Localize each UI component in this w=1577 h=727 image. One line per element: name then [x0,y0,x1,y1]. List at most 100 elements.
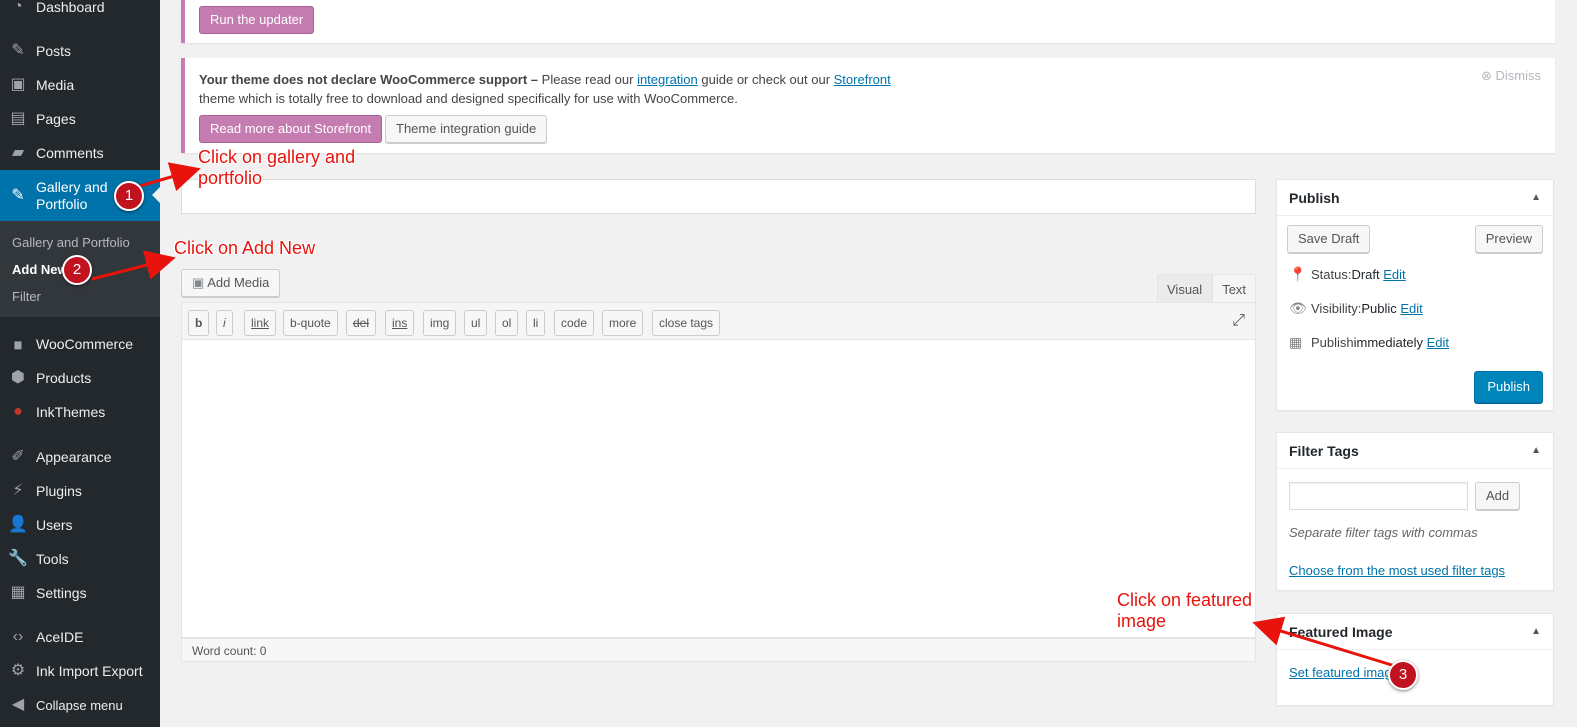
theme-integration-guide-button[interactable]: Theme integration guide [385,115,548,143]
qt-ol-button[interactable]: ol [495,310,519,336]
menu-aceide[interactable]: ‹› AceIDE [0,620,160,654]
annotation-step-3: Click on featured image [1117,590,1253,631]
qt-del-button[interactable]: del [346,310,377,336]
dismiss-button[interactable]: ⊗ Dismiss [1481,68,1541,84]
choose-most-used-tags-link[interactable]: Choose from the most used filter tags [1289,563,1505,578]
fullscreen-icon[interactable]: ⤢ [1232,312,1245,330]
visibility-row: 👁 Visibility: Public Edit [1289,300,1423,316]
gear-icon: ⚙ [10,662,26,679]
menu-plugins[interactable]: ⚡ Plugins [0,474,160,508]
set-featured-image-link[interactable]: Set featured image [1289,665,1399,680]
publish-time-row: ▦ Publish immediately Edit [1289,334,1450,350]
menu-woocommerce[interactable]: ▆ WooCommerce [0,327,160,361]
submenu-add-new[interactable]: Add New [12,262,68,277]
inkthemes-icon: ● [13,403,23,420]
woo-icon: ▆ [14,339,22,349]
save-draft-button[interactable]: Save Draft [1287,225,1371,253]
woo-notice-text: Your theme does not declare WooCommerce … [199,72,891,106]
menu-media[interactable]: ▣ Media [0,68,160,102]
qt-code-button[interactable]: code [554,310,595,336]
woocommerce-notice: Your theme does not declare WooCommerce … [181,58,1555,153]
qt-bquote-button[interactable]: b-quote [283,310,338,336]
box-icon: ⬢ [11,369,25,386]
editor-tabs: Visual Text [1157,274,1257,303]
quicktags-toolbar: b i link b-quote del ins img ul ol li co… [181,302,1256,340]
qt-ins-button[interactable]: ins [385,310,415,336]
annotation-step-1: Click on gallery and portfolio [198,147,356,188]
toggle-arrow-icon[interactable]: ▲ [1531,445,1541,456]
storefront-link[interactable]: Storefront [834,72,891,87]
menu-products[interactable]: ⬢ Products [0,361,160,395]
publish-button[interactable]: Publish [1474,371,1543,403]
edit-status-link[interactable]: Edit [1383,267,1405,282]
menu-settings[interactable]: ▦ Settings [0,576,160,610]
collapse-menu[interactable]: ◀ Collapse menu [0,688,160,722]
toggle-arrow-icon[interactable]: ▲ [1531,192,1541,203]
admin-sidebar: ◔ Dashboard ✎ Posts ▣ Media ▤ Pages ▰ Co… [0,0,160,727]
step-badge-1: 1 [114,181,144,211]
submenu-gallery-portfolio[interactable]: Gallery and Portfolio [12,235,130,250]
pin-icon: ✎ [11,42,25,59]
featured-image-header[interactable]: Featured Image ▲ [1277,614,1553,650]
code-icon: ‹› [12,628,24,645]
wrench-icon: 🔧 [8,550,28,567]
run-updater-button[interactable]: Run the updater [199,6,315,34]
filter-tags-hint: Separate filter tags with commas [1289,525,1478,540]
qt-link-button[interactable]: link [244,310,277,336]
edit-publish-time-link[interactable]: Edit [1427,335,1449,350]
step-badge-2: 2 [62,255,92,285]
menu-dashboard[interactable]: ◔ Dashboard [0,0,160,24]
pin-icon: ✎ [11,186,25,204]
menu-ink-import-export[interactable]: ⚙ Ink Import Export [0,654,160,688]
qt-bold-button[interactable]: b [188,310,210,336]
qt-more-button[interactable]: more [602,310,644,336]
read-more-storefront-button[interactable]: Read more about Storefront [199,115,383,143]
edit-visibility-link[interactable]: Edit [1400,301,1422,316]
preview-button[interactable]: Preview [1474,225,1543,253]
toggle-arrow-icon[interactable]: ▲ [1531,626,1541,637]
pin-icon: 📍 [1289,266,1307,282]
word-count: Word count: 0 [181,638,1256,662]
qt-italic-button[interactable]: i [216,310,233,336]
step-badge-3: 3 [1388,660,1418,690]
tab-visual[interactable]: Visual [1157,274,1213,303]
content-textarea[interactable] [181,340,1256,638]
add-tag-button[interactable]: Add [1475,482,1521,510]
annotation-step-2: Click on Add New [174,238,316,258]
plug-icon: ⚡ [12,482,24,499]
collapse-icon: ◀ [11,696,25,713]
qt-img-button[interactable]: img [423,310,457,336]
filter-tag-input[interactable] [1289,482,1468,510]
user-icon: 👤 [8,516,28,533]
menu-pages[interactable]: ▤ Pages [0,102,160,136]
publish-box: Publish ▲ Save Draft Preview 📍 Status: D… [1276,179,1554,411]
media-icon: ▣ [192,275,205,290]
calendar-icon: ▦ [1289,334,1303,350]
pages-icon: ▤ [10,110,26,127]
brush-icon: ✐ [11,448,25,465]
filter-tags-box: Filter Tags ▲ Add Separate filter tags w… [1276,432,1554,591]
updater-notice: Run the updater [181,0,1555,43]
status-row: 📍 Status: Draft Edit [1289,266,1406,282]
add-media-button[interactable]: ▣ Add Media [181,269,281,297]
menu-posts[interactable]: ✎ Posts [0,34,160,68]
settings-icon: ▦ [10,584,26,601]
menu-tools[interactable]: 🔧 Tools [0,542,160,576]
menu-inkthemes[interactable]: ● InkThemes [0,395,160,429]
publish-box-header[interactable]: Publish ▲ [1277,180,1553,216]
qt-close-tags-button[interactable]: close tags [652,310,721,336]
featured-image-box: Featured Image ▲ Set featured image [1276,613,1554,706]
eye-icon: 👁 [1289,300,1307,316]
filter-tags-header[interactable]: Filter Tags ▲ [1277,433,1553,469]
qt-ul-button[interactable]: ul [464,310,488,336]
menu-users[interactable]: 👤 Users [0,508,160,542]
integration-link[interactable]: integration [637,72,698,87]
qt-li-button[interactable]: li [526,310,546,336]
close-circle-icon: ⊗ [1480,68,1492,83]
media-icon: ▣ [10,76,26,93]
menu-appearance[interactable]: ✐ Appearance [0,440,160,474]
comment-icon: ▰ [11,144,25,161]
submenu-filter[interactable]: Filter [12,289,41,304]
menu-comments[interactable]: ▰ Comments [0,136,160,170]
tab-text[interactable]: Text [1212,274,1257,303]
